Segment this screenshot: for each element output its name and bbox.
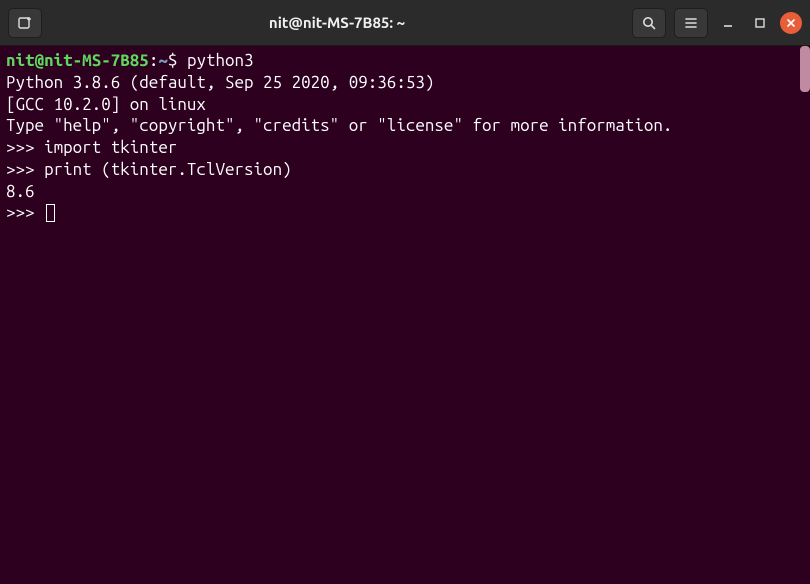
close-icon [786,18,796,28]
prompt-user: nit [6,51,35,70]
cursor [46,204,55,222]
prompt-path: ~ [158,51,168,70]
search-icon [641,15,657,31]
python-prompt: >>> [6,160,44,179]
python-command: import tkinter [44,138,177,157]
titlebar: nit@nit-MS-7B85: ~ [0,0,810,46]
new-tab-button[interactable] [8,8,42,38]
titlebar-left [8,8,42,38]
terminal-line: Python 3.8.6 (default, Sep 25 2020, 09:3… [6,72,804,94]
terminal-line: >>> [6,202,804,224]
terminal-line: nit@nit-MS-7B85:~$ python3 [6,50,804,72]
scrollbar-thumb[interactable] [800,46,810,92]
maximize-button[interactable] [748,11,772,35]
close-button[interactable] [780,12,802,34]
terminal-line: >>> import tkinter [6,137,804,159]
python-prompt: >>> [6,203,44,222]
prompt-colon: : [149,51,159,70]
minimize-icon [722,17,734,29]
prompt-at: @ [35,51,45,70]
terminal-line: Type "help", "copyright", "credits" or "… [6,115,804,137]
menu-button[interactable] [674,8,708,38]
titlebar-right [632,8,802,38]
terminal-window: nit@nit-MS-7B85: ~ [0,0,810,584]
prompt-host: nit-MS-7B85 [44,51,149,70]
hamburger-icon [683,15,699,31]
prompt-symbol: $ [168,51,187,70]
command-text: python3 [187,51,254,70]
maximize-icon [754,17,766,29]
terminal-line: 8.6 [6,181,804,203]
scrollbar[interactable] [800,46,810,584]
minimize-button[interactable] [716,11,740,35]
python-prompt: >>> [6,138,44,157]
terminal-line: [GCC 10.2.0] on linux [6,94,804,116]
new-tab-icon [17,15,33,31]
terminal-line: >>> print (tkinter.TclVersion) [6,159,804,181]
window-title: nit@nit-MS-7B85: ~ [48,14,626,31]
search-button[interactable] [632,8,666,38]
python-command: print (tkinter.TclVersion) [44,160,292,179]
terminal-body[interactable]: nit@nit-MS-7B85:~$ python3 Python 3.8.6 … [0,46,810,584]
